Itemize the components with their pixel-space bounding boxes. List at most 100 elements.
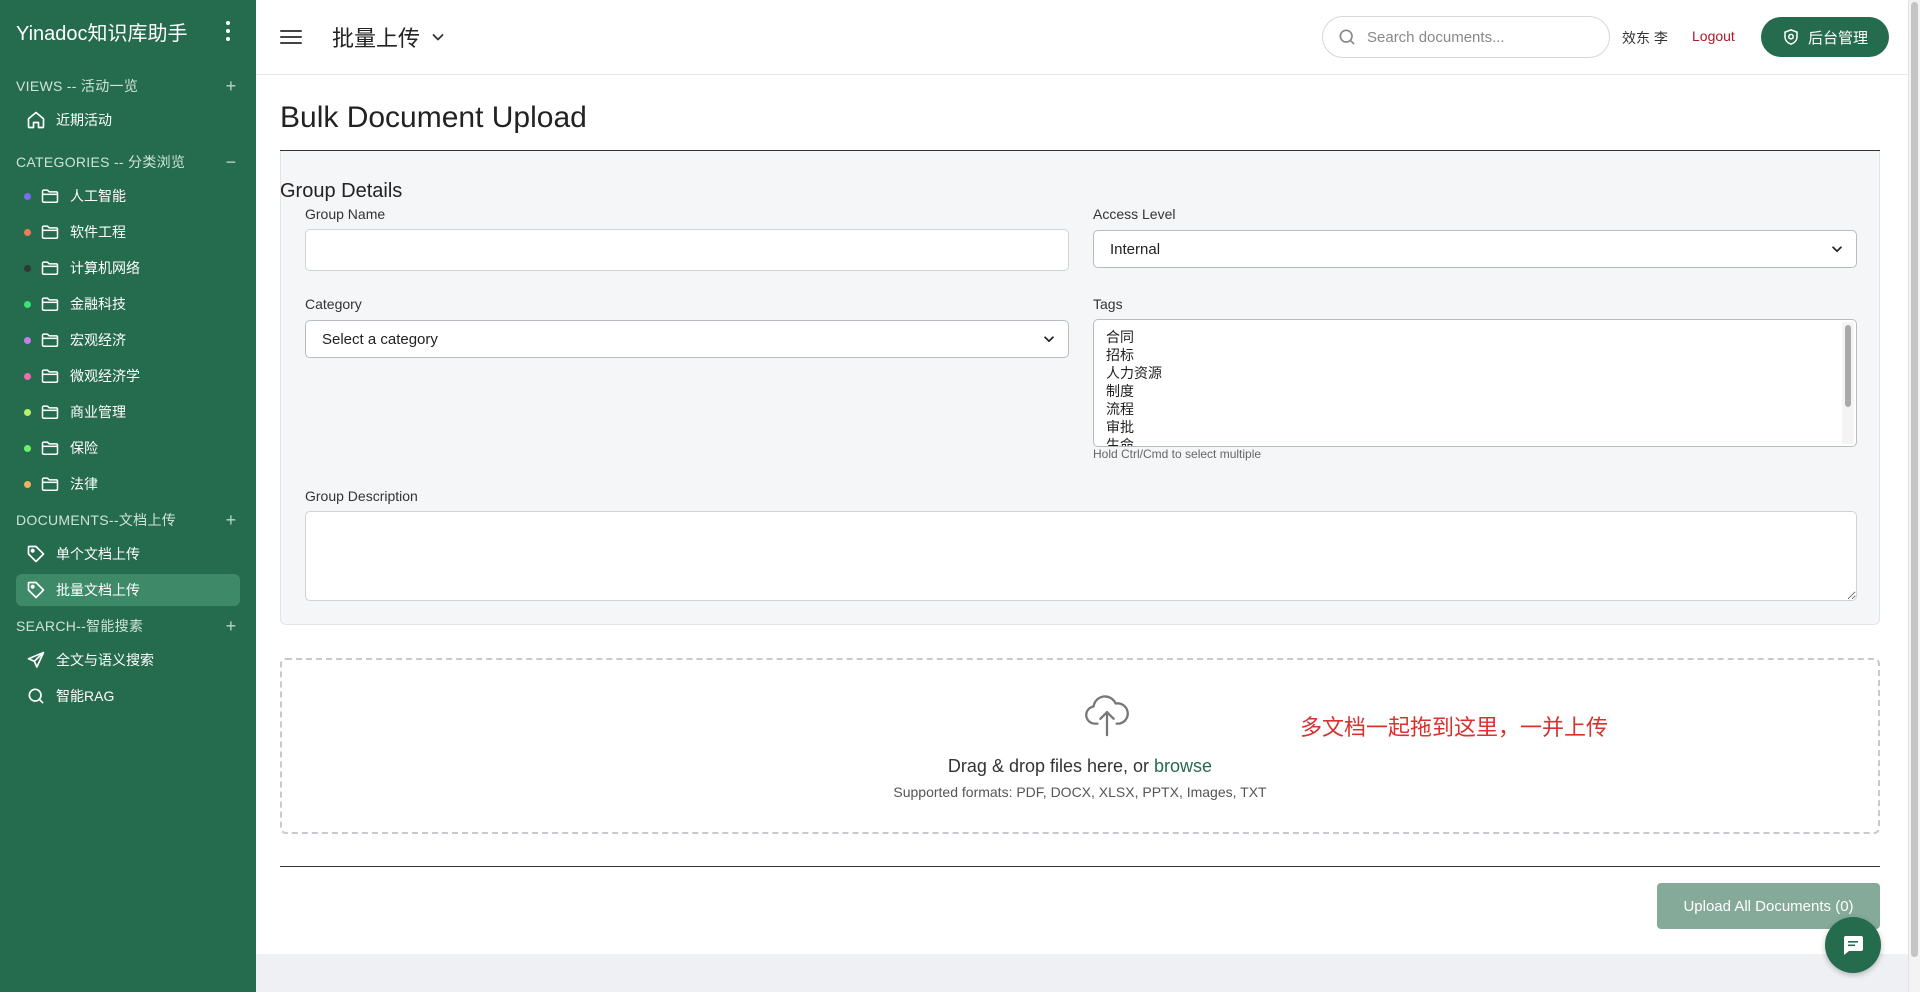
sidebar-item-label: 近期活动 — [56, 112, 112, 128]
category-color-dot — [24, 372, 31, 380]
category-color-dot — [24, 444, 31, 452]
search-input[interactable] — [1367, 28, 1587, 46]
main-panel: Bulk Document Upload Group Details Group… — [256, 75, 1908, 954]
admin-button-label: 后台管理 — [1807, 29, 1868, 47]
sidebar-item-category[interactable]: 法律 — [16, 468, 240, 500]
section-views-title: VIEWS -- 活动一览 — [16, 78, 139, 94]
sidebar-item-category[interactable]: 宏观经济 — [16, 324, 240, 356]
folder-icon — [41, 369, 59, 383]
section-documents-add-icon[interactable]: + — [222, 511, 240, 529]
dropzone-instruction-note: 多文档一起拖到这里，一并上传 — [1300, 715, 1609, 740]
top-header: 批量上传 效东 李 Logout 后台管理 — [256, 0, 1908, 75]
section-documents-header: DOCUMENTS--文档上传 + — [0, 506, 256, 534]
more-options-icon[interactable] — [216, 17, 240, 45]
category-select[interactable]: Select a category — [305, 320, 1069, 358]
sidebar-item-category[interactable]: 计算机网络 — [16, 252, 240, 284]
sidebar-brand: Yinadoc知识库助手 — [0, 0, 256, 62]
sidebar-item-label: 批量文档上传 — [56, 582, 140, 598]
tag-option[interactable]: 合同 — [1106, 328, 1856, 346]
sidebar-item-recent-activity[interactable]: 近期活动 — [16, 104, 240, 136]
sidebar-item-category[interactable]: 软件工程 — [16, 216, 240, 248]
tags-label: Tags — [1093, 296, 1123, 312]
file-dropzone[interactable]: 多文档一起拖到这里，一并上传 Drag & drop files here, o… — [280, 658, 1880, 834]
admin-button[interactable]: 后台管理 — [1761, 17, 1889, 57]
sidebar-item-label: 软件工程 — [70, 224, 126, 240]
group-name-input[interactable] — [305, 229, 1069, 271]
folder-icon — [41, 189, 59, 203]
group-description-label: Group Description — [305, 488, 418, 504]
sidebar-item-smart-rag[interactable]: 智能RAG — [16, 680, 240, 712]
section-views-add-icon[interactable]: + — [222, 77, 240, 95]
browse-link[interactable]: browse — [1154, 756, 1212, 776]
dropzone-text: Drag & drop files here, or browse — [282, 756, 1878, 777]
page-heading: Bulk Document Upload — [280, 101, 587, 134]
category-color-dot — [24, 300, 31, 308]
tag-option[interactable]: 生命 — [1106, 436, 1856, 446]
sidebar-item-bulk-upload[interactable]: 批量文档上传 — [16, 574, 240, 606]
category-color-dot — [24, 264, 31, 272]
section-search-header: SEARCH--智能搜素 + — [0, 612, 256, 640]
search-icon — [28, 688, 44, 704]
section-categories-title: CATEGORIES -- 分类浏览 — [16, 154, 186, 170]
folder-icon — [41, 405, 59, 419]
sidebar-item-label: 计算机网络 — [70, 260, 140, 276]
page-title-dropdown[interactable]: 批量上传 — [332, 21, 446, 53]
sidebar-item-label: 全文与语义搜索 — [56, 652, 154, 668]
header-search — [1322, 16, 1610, 58]
footer-divider — [280, 866, 1880, 867]
sidebar-item-category[interactable]: 人工智能 — [16, 180, 240, 212]
tags-list: 合同 招标 人力资源 制度 流程 审批 生命 — [1094, 320, 1856, 446]
tag-option[interactable]: 审批 — [1106, 418, 1856, 436]
tag-option[interactable]: 流程 — [1106, 400, 1856, 418]
logout-link[interactable]: Logout — [1692, 28, 1735, 44]
supported-formats: Supported formats: PDF, DOCX, XLSX, PPTX… — [893, 784, 1267, 800]
sidebar-item-category[interactable]: 金融科技 — [16, 288, 240, 320]
folder-icon — [41, 333, 59, 347]
category-color-dot — [24, 336, 31, 344]
category-color-dot — [24, 228, 31, 236]
category-color-dot — [24, 480, 31, 488]
section-categories-collapse-icon[interactable]: − — [222, 153, 240, 171]
chat-icon — [1843, 936, 1863, 955]
access-level-select[interactable]: Internal — [1093, 230, 1857, 268]
tags-scrollbar[interactable] — [1842, 322, 1854, 444]
sidebar-item-label: 智能RAG — [56, 688, 115, 704]
group-description-textarea[interactable] — [305, 511, 1857, 601]
chevron-down-icon — [1832, 246, 1842, 253]
chat-button[interactable] — [1825, 917, 1881, 973]
group-name-label: Group Name — [305, 206, 386, 222]
sidebar-item-single-upload[interactable]: 单个文档上传 — [16, 538, 240, 570]
sidebar-item-fulltext-search[interactable]: 全文与语义搜索 — [16, 644, 240, 676]
page-scrollbar[interactable] — [1908, 0, 1920, 992]
hamburger-menu-icon[interactable] — [280, 26, 302, 48]
section-categories-header: CATEGORIES -- 分类浏览 − — [0, 148, 256, 176]
user-name: 效东 李 — [1622, 30, 1668, 46]
tags-hint: Hold Ctrl/Cmd to select multiple — [1093, 447, 1262, 461]
tags-multiselect[interactable]: 合同 招标 人力资源 制度 流程 审批 生命 — [1093, 319, 1857, 447]
sidebar-item-category[interactable]: 微观经济学 — [16, 360, 240, 392]
folder-icon — [41, 441, 59, 455]
tag-option[interactable]: 制度 — [1106, 382, 1856, 400]
sidebar-item-label: 金融科技 — [70, 296, 126, 312]
chevron-down-icon — [1044, 336, 1054, 343]
sidebar-item-category[interactable]: 保险 — [16, 432, 240, 464]
chevron-down-icon — [432, 34, 444, 41]
category-color-dot — [24, 408, 31, 416]
cloud-upload-icon — [1085, 695, 1129, 737]
category-color-dot — [24, 192, 31, 200]
dropzone-prompt: Drag & drop files here, or — [947, 756, 1155, 776]
sidebar: Yinadoc知识库助手 VIEWS -- 活动一览 + 近期活动 CATEGO… — [0, 0, 256, 992]
folder-icon — [41, 297, 59, 311]
tag-option[interactable]: 人力资源 — [1106, 364, 1856, 382]
sidebar-item-label: 保险 — [70, 440, 98, 456]
category-label: Category — [305, 296, 362, 312]
section-search-add-icon[interactable]: + — [222, 617, 240, 635]
access-level-label: Access Level — [1093, 206, 1176, 222]
category-value: Select a category — [322, 330, 438, 348]
sidebar-item-category[interactable]: 商业管理 — [16, 396, 240, 428]
tag-option[interactable]: 招标 — [1106, 346, 1856, 364]
send-icon — [27, 651, 45, 668]
folder-icon — [41, 225, 59, 239]
sidebar-item-label: 法律 — [70, 476, 98, 492]
tag-icon — [27, 545, 45, 563]
